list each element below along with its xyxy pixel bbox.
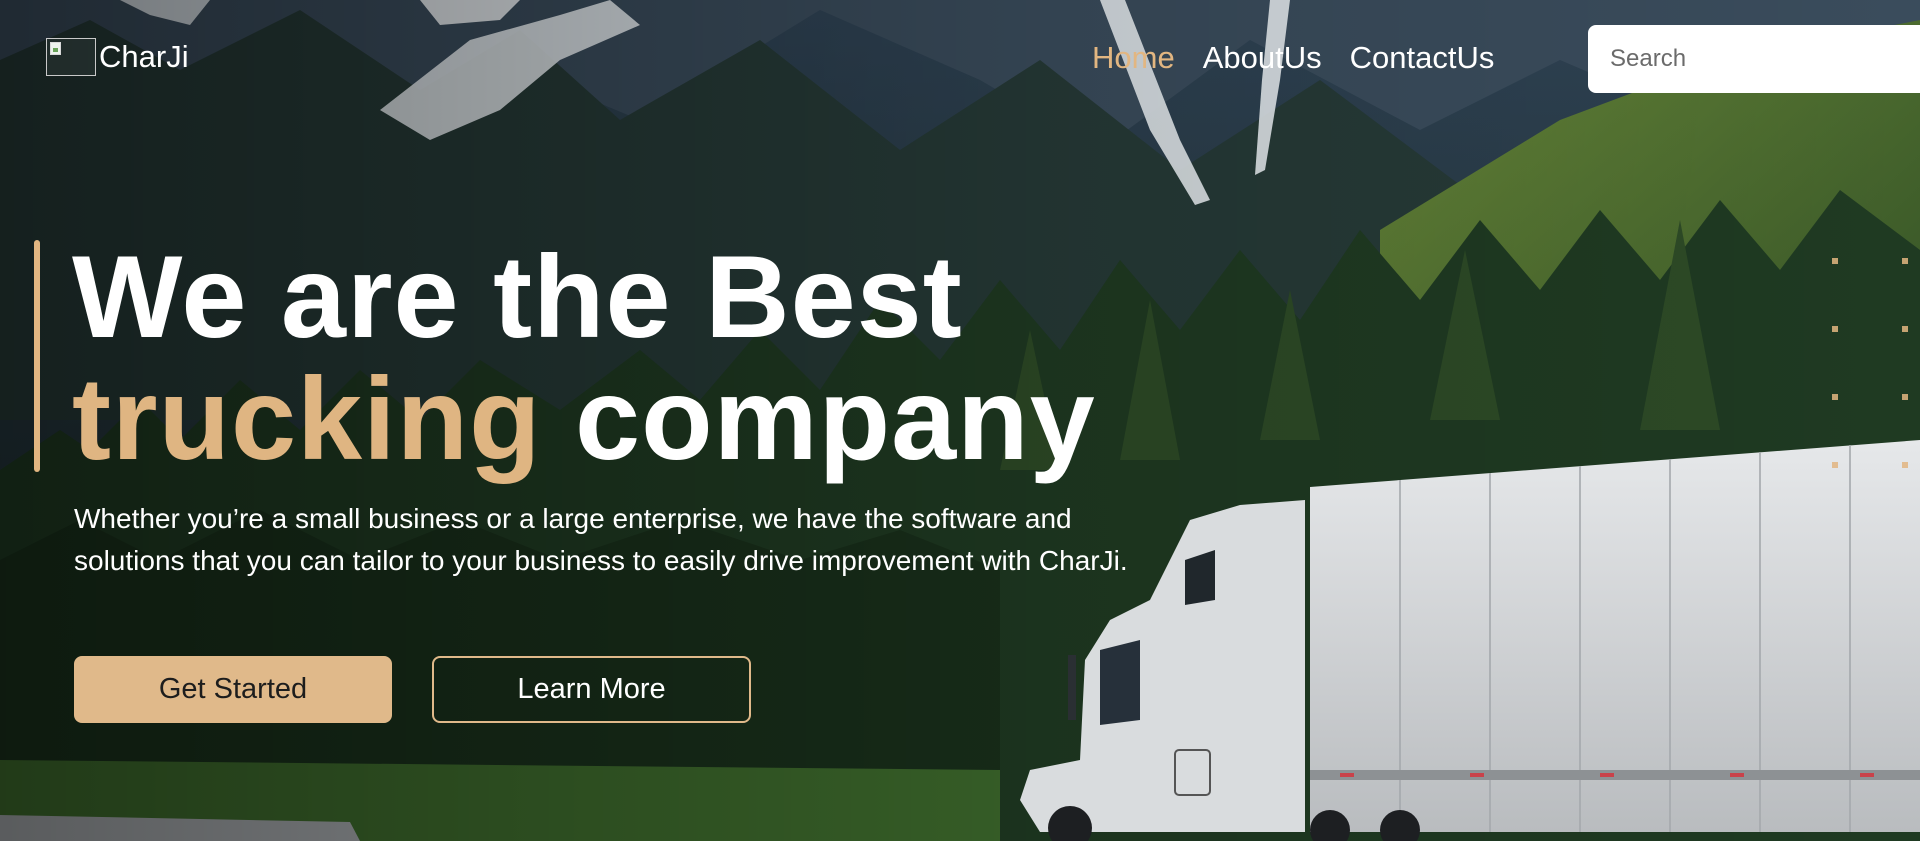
headline-accent-bar: [34, 240, 40, 472]
nav-link-about-us[interactable]: AboutUs: [1203, 38, 1322, 78]
hero-headline: We are the Best trucking company: [72, 236, 1096, 480]
nav-link-home[interactable]: Home: [1092, 38, 1175, 78]
headline-line-2-rest: company: [541, 353, 1096, 484]
headline-line-2: trucking company: [72, 358, 1096, 480]
nav-link-contact-us[interactable]: ContactUs: [1350, 38, 1495, 78]
hero-section: CharJi Home AboutUs ContactUs We are the…: [0, 0, 1920, 841]
learn-more-button[interactable]: Learn More: [432, 656, 751, 723]
brand-name[interactable]: CharJi: [99, 38, 189, 76]
brand[interactable]: CharJi: [46, 38, 189, 76]
search-input[interactable]: [1588, 25, 1920, 93]
main-nav: Home AboutUs ContactUs: [1092, 38, 1522, 78]
headline-line-1: We are the Best: [72, 231, 963, 362]
headline-highlight: trucking: [72, 353, 542, 484]
get-started-button[interactable]: Get Started: [74, 656, 392, 723]
decorative-dot-grid: [1832, 258, 1908, 468]
broken-image-icon: [46, 38, 96, 76]
hero-description: Whether you’re a small business or a lar…: [74, 503, 1128, 576]
